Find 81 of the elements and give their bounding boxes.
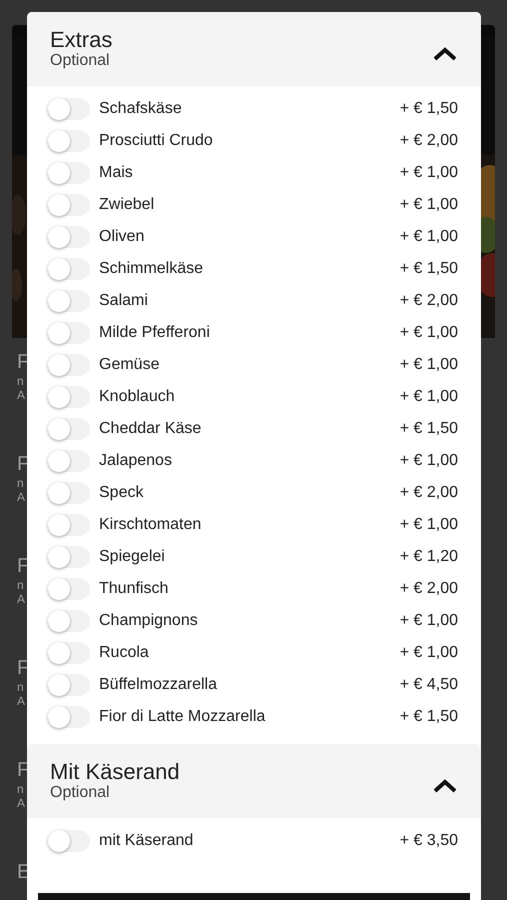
toggle-switch[interactable] bbox=[48, 546, 90, 568]
toggle-switch[interactable] bbox=[48, 130, 90, 152]
dish-description: n bbox=[17, 680, 24, 694]
option-price: + € 4,50 bbox=[400, 676, 458, 694]
option-price: + € 1,50 bbox=[400, 420, 458, 438]
toggle-switch[interactable] bbox=[48, 706, 90, 728]
dish-allergens: A bbox=[17, 490, 26, 504]
option-name: Zwiebel bbox=[99, 196, 156, 214]
dish-allergens: A bbox=[17, 388, 26, 402]
toggle-switch[interactable] bbox=[48, 642, 90, 664]
chevron-up-icon[interactable] bbox=[433, 47, 457, 61]
option-price: + € 1,50 bbox=[400, 100, 458, 118]
toggle-switch[interactable] bbox=[48, 418, 90, 440]
option-price: + € 1,50 bbox=[400, 708, 458, 726]
toggle-switch[interactable] bbox=[48, 482, 90, 504]
dish-allergens: A bbox=[17, 796, 26, 810]
toggle-switch[interactable] bbox=[48, 194, 90, 216]
option-price: + € 2,00 bbox=[400, 484, 458, 502]
section-title: Extras bbox=[50, 28, 112, 52]
toggle-switch[interactable] bbox=[48, 830, 90, 852]
option-price: + € 1,00 bbox=[400, 388, 458, 406]
option-price: + € 1,00 bbox=[400, 324, 458, 342]
section-subtitle: Optional bbox=[50, 52, 111, 70]
option-price: + € 3,50 bbox=[400, 832, 458, 850]
option-name: Oliven bbox=[99, 228, 146, 246]
option-price: + € 1,00 bbox=[400, 644, 458, 662]
option-name: Rucola bbox=[99, 644, 150, 662]
option-price: + € 2,00 bbox=[400, 580, 458, 598]
section-header[interactable]: Extras Optional bbox=[27, 12, 481, 86]
dish-description: n bbox=[17, 578, 24, 592]
option-name: Jalapenos bbox=[99, 452, 173, 470]
section-subtitle: Optional bbox=[50, 784, 111, 802]
option-price: + € 1,00 bbox=[400, 196, 458, 214]
toggle-switch[interactable] bbox=[48, 386, 90, 408]
option-name: Knoblauch bbox=[99, 388, 176, 406]
dish-allergens: A bbox=[17, 694, 26, 708]
dish-allergens: A bbox=[17, 592, 26, 606]
toggle-switch[interactable] bbox=[48, 322, 90, 344]
toggle-switch[interactable] bbox=[48, 226, 90, 248]
option-price: + € 1,00 bbox=[400, 164, 458, 182]
section-title: Mit Käserand bbox=[50, 760, 180, 784]
dish-description: n bbox=[17, 782, 24, 796]
toggle-switch[interactable] bbox=[48, 674, 90, 696]
option-price: + € 2,00 bbox=[400, 132, 458, 150]
option-name: Thunfisch bbox=[99, 580, 170, 598]
dish-description: n bbox=[17, 476, 24, 490]
dish-description: n bbox=[17, 374, 24, 388]
toggle-switch[interactable] bbox=[48, 258, 90, 280]
option-name: mit Käserand bbox=[99, 832, 194, 850]
toggle-switch[interactable] bbox=[48, 98, 90, 120]
toggle-switch[interactable] bbox=[48, 354, 90, 376]
option-name: Fior di Latte Mozzarella bbox=[99, 708, 266, 726]
option-price: + € 1,20 bbox=[400, 548, 458, 566]
option-name: Schafskäse bbox=[99, 100, 183, 118]
option-price: + € 2,00 bbox=[400, 292, 458, 310]
option-name: Kirschtomaten bbox=[99, 516, 202, 534]
toggle-switch[interactable] bbox=[48, 610, 90, 632]
option-price: + € 1,00 bbox=[400, 356, 458, 374]
option-name: Spiegelei bbox=[99, 548, 166, 566]
toggle-switch[interactable] bbox=[48, 514, 90, 536]
option-name: Champignons bbox=[99, 612, 199, 630]
toggle-switch[interactable] bbox=[48, 162, 90, 184]
option-price: + € 1,00 bbox=[400, 612, 458, 630]
option-name: Büffelmozzarella bbox=[99, 676, 218, 694]
option-price: + € 1,50 bbox=[400, 260, 458, 278]
toggle-switch[interactable] bbox=[48, 290, 90, 312]
toggle-switch[interactable] bbox=[48, 450, 90, 472]
option-name: Salami bbox=[99, 292, 149, 310]
option-name: Milde Pfefferoni bbox=[99, 324, 211, 342]
section-header[interactable]: Mit Käserand Optional bbox=[27, 744, 481, 818]
option-name: Mais bbox=[99, 164, 134, 182]
option-price: + € 1,00 bbox=[400, 228, 458, 246]
option-name: Speck bbox=[99, 484, 144, 502]
option-name: Cheddar Käse bbox=[99, 420, 202, 438]
chevron-up-icon[interactable] bbox=[433, 779, 457, 793]
option-name: Prosciutti Crudo bbox=[99, 132, 214, 150]
option-price: + € 1,00 bbox=[400, 452, 458, 470]
option-name: Schimmelkäse bbox=[99, 260, 204, 278]
option-name: Gemüse bbox=[99, 356, 160, 374]
option-price: + € 1,00 bbox=[400, 516, 458, 534]
toggle-switch[interactable] bbox=[48, 578, 90, 600]
